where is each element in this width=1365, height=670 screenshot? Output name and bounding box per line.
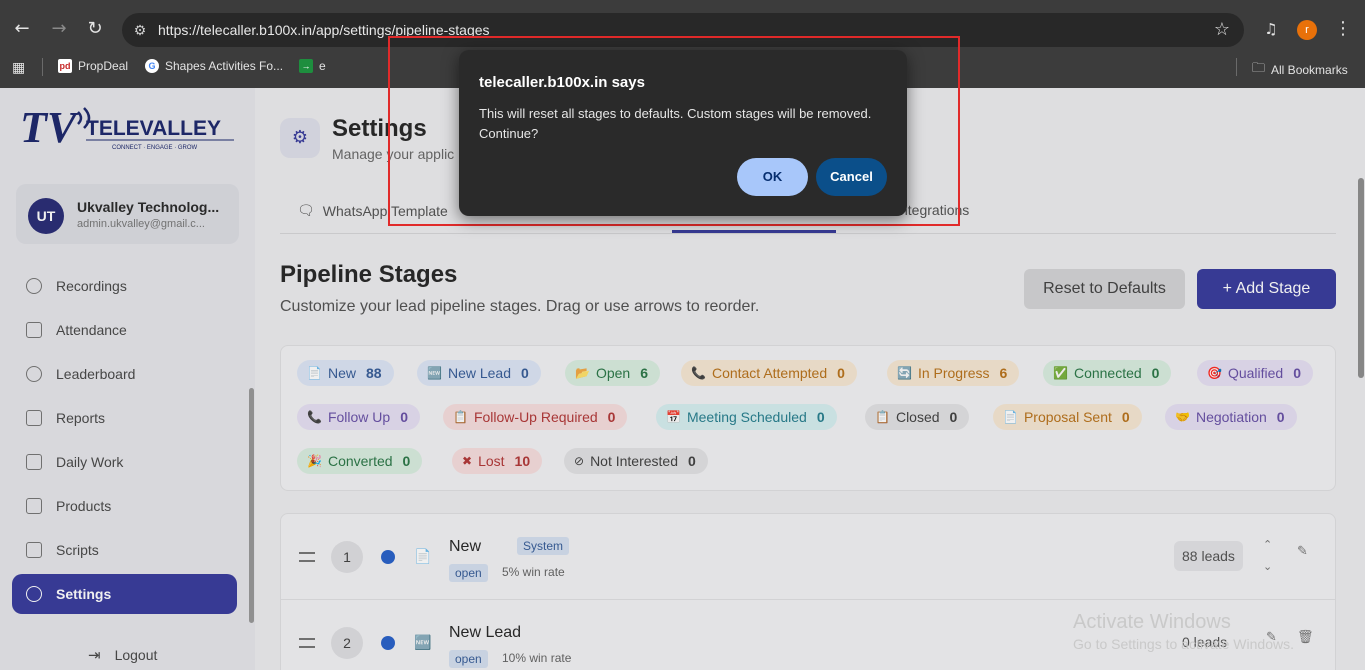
bookmark-label: Shapes Activities Fo...: [165, 59, 284, 73]
folder-icon: 🗀: [1252, 60, 1266, 75]
confirm-dialog: telecaller.b100x.in says This will reset…: [459, 50, 907, 216]
watermark-line2: Go to Settings to activate Windows.: [1073, 636, 1294, 652]
bookmark-divider: [1236, 58, 1237, 76]
site-info-icon[interactable]: ⚙: [130, 20, 150, 40]
all-bookmarks[interactable]: 🗀 All Bookmarks: [1252, 59, 1348, 81]
windows-activation-watermark: Activate Windows Go to Settings to activ…: [1073, 611, 1294, 652]
bookmark-label: PropDeal: [78, 59, 129, 73]
dialog-message: This will reset all stages to defaults. …: [479, 106, 872, 141]
google-favicon: G: [145, 59, 159, 73]
ok-button[interactable]: OK: [737, 158, 808, 196]
all-bookmarks-label: All Bookmarks: [1271, 63, 1348, 77]
bookmark-e[interactable]: → e: [299, 59, 326, 73]
profile-avatar[interactable]: r: [1297, 20, 1317, 40]
media-control-icon[interactable]: ♫: [1258, 16, 1284, 42]
bookmark-propdeal[interactable]: pd PropDeal: [58, 59, 128, 73]
apps-grid-icon[interactable]: ▦: [12, 59, 25, 76]
watermark-line1: Activate Windows: [1073, 611, 1231, 633]
menu-kebab-icon[interactable]: ⋮: [1330, 16, 1356, 42]
bookmark-star-icon[interactable]: ☆: [1214, 19, 1230, 40]
dialog-title: telecaller.b100x.in says: [479, 74, 645, 91]
bookmark-label: e: [319, 59, 326, 73]
bookmark-divider: [42, 58, 43, 76]
propdeal-favicon: pd: [58, 59, 72, 73]
forward-icon[interactable]: →: [46, 16, 72, 42]
reload-icon[interactable]: ↻: [82, 16, 108, 42]
green-arrow-favicon: →: [299, 59, 313, 73]
back-icon[interactable]: ←: [9, 16, 35, 42]
bookmark-shapes[interactable]: G Shapes Activities Fo...: [145, 59, 283, 73]
cancel-button[interactable]: Cancel: [816, 158, 887, 196]
